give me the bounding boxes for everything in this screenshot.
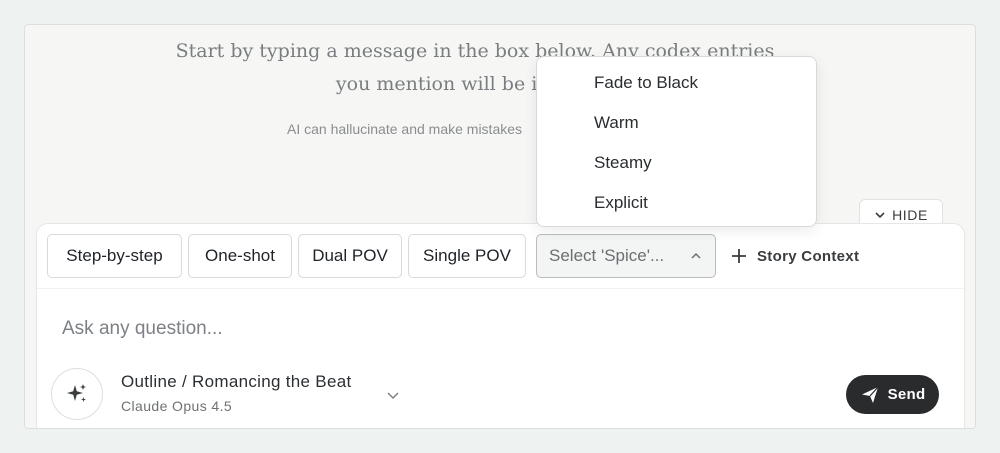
- model-title[interactable]: Outline / Romancing the Beat: [121, 372, 351, 392]
- sparkles-icon: [67, 384, 86, 402]
- hide-label: HIDE: [892, 206, 928, 223]
- story-context-button[interactable]: Story Context: [730, 247, 859, 265]
- plus-icon: [732, 249, 746, 263]
- spice-option-warm[interactable]: Warm: [537, 103, 816, 143]
- chevron-down-icon: [875, 211, 885, 218]
- spice-option-steamy[interactable]: Steamy: [537, 143, 816, 183]
- spice-option-explicit[interactable]: Explicit: [537, 183, 816, 223]
- story-context-label: Story Context: [757, 247, 860, 265]
- question-input[interactable]: [62, 318, 922, 340]
- ai-disclaimer: AI can hallucinate and make mistakes: [287, 121, 523, 137]
- paper-plane-icon: [861, 386, 879, 403]
- chevron-up-icon: [691, 252, 701, 259]
- spice-dropdown: Fade to Black Warm Steamy Explicit: [536, 56, 817, 227]
- model-avatar[interactable]: [51, 368, 103, 420]
- spice-option-fade-to-black[interactable]: Fade to Black: [537, 63, 816, 103]
- chat-panel: Start by typing a message in the box bel…: [24, 24, 976, 429]
- prompt-toolbar: Step-by-step One-shot Dual POV Single PO…: [47, 234, 859, 278]
- composer: Step-by-step One-shot Dual POV Single PO…: [36, 223, 965, 428]
- send-label: Send: [887, 386, 926, 403]
- dual-pov-chip[interactable]: Dual POV: [298, 234, 402, 278]
- spice-select[interactable]: Select 'Spice'...: [536, 234, 716, 278]
- chevron-down-icon[interactable]: [386, 388, 400, 402]
- single-pov-chip[interactable]: Single POV: [408, 234, 526, 278]
- one-shot-chip[interactable]: One-shot: [188, 234, 292, 278]
- spice-select-placeholder: Select 'Spice'...: [549, 246, 665, 265]
- toolbar-divider: [37, 288, 964, 289]
- model-subtitle: Claude Opus 4.5: [121, 398, 233, 414]
- step-by-step-chip[interactable]: Step-by-step: [47, 234, 182, 278]
- send-button[interactable]: Send: [846, 375, 939, 414]
